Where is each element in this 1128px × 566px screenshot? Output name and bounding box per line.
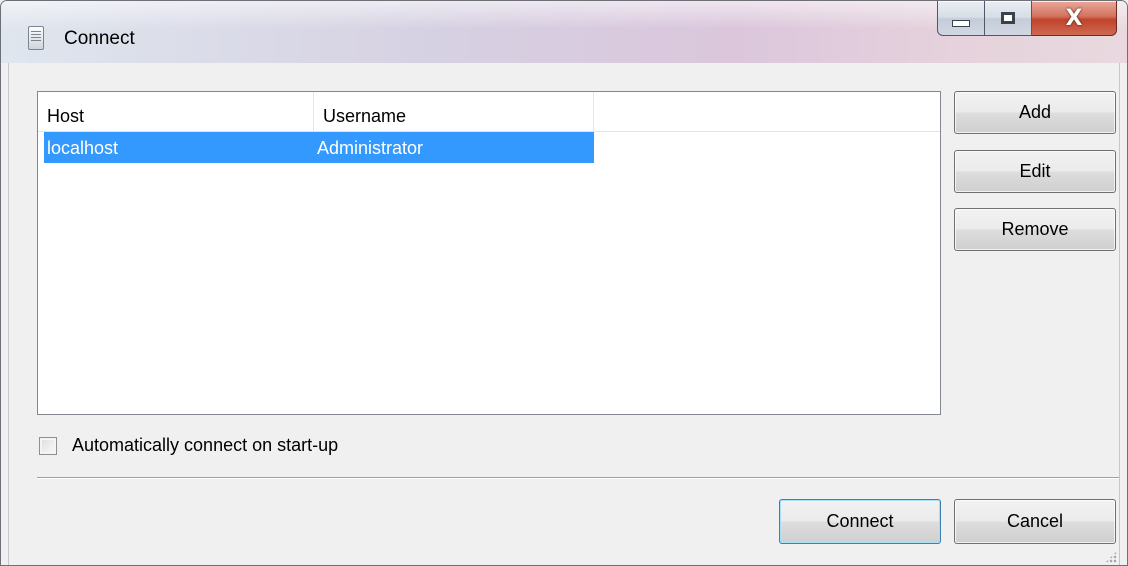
add-button[interactable]: Add — [954, 91, 1116, 134]
minimize-icon — [952, 19, 970, 27]
remove-button[interactable]: Remove — [954, 208, 1116, 251]
column-header-filler — [594, 92, 940, 132]
connect-dialog: Connect X Host Username localhost Admini… — [0, 0, 1128, 566]
cell-username: Administrator — [314, 132, 594, 163]
list-header: Host Username — [38, 92, 940, 132]
cancel-button[interactable]: Cancel — [954, 499, 1116, 544]
auto-connect-option[interactable]: Automatically connect on start-up — [39, 435, 338, 456]
close-button[interactable]: X — [1032, 1, 1117, 36]
resize-grip-icon[interactable] — [1105, 551, 1117, 563]
caption-buttons: X — [937, 1, 1117, 41]
title-bar[interactable]: Connect X — [1, 1, 1127, 63]
maximize-icon — [1001, 12, 1015, 24]
minimize-button[interactable] — [937, 1, 985, 36]
list-row[interactable]: localhost Administrator — [38, 132, 940, 163]
connections-list[interactable]: Host Username localhost Administrator — [37, 91, 941, 415]
maximize-button[interactable] — [985, 1, 1032, 36]
cell-host: localhost — [44, 132, 314, 163]
column-header-username[interactable]: Username — [314, 92, 594, 132]
column-header-host[interactable]: Host — [38, 92, 314, 132]
window-title: Connect — [64, 28, 135, 49]
footer-separator — [37, 477, 1119, 479]
connect-button[interactable]: Connect — [779, 499, 941, 544]
edit-button[interactable]: Edit — [954, 150, 1116, 193]
dialog-body: Host Username localhost Administrator Ad… — [8, 63, 1120, 565]
auto-connect-label[interactable]: Automatically connect on start-up — [72, 435, 338, 456]
close-icon: X — [1065, 5, 1083, 31]
auto-connect-checkbox[interactable] — [39, 436, 57, 455]
server-list-icon — [28, 26, 44, 50]
